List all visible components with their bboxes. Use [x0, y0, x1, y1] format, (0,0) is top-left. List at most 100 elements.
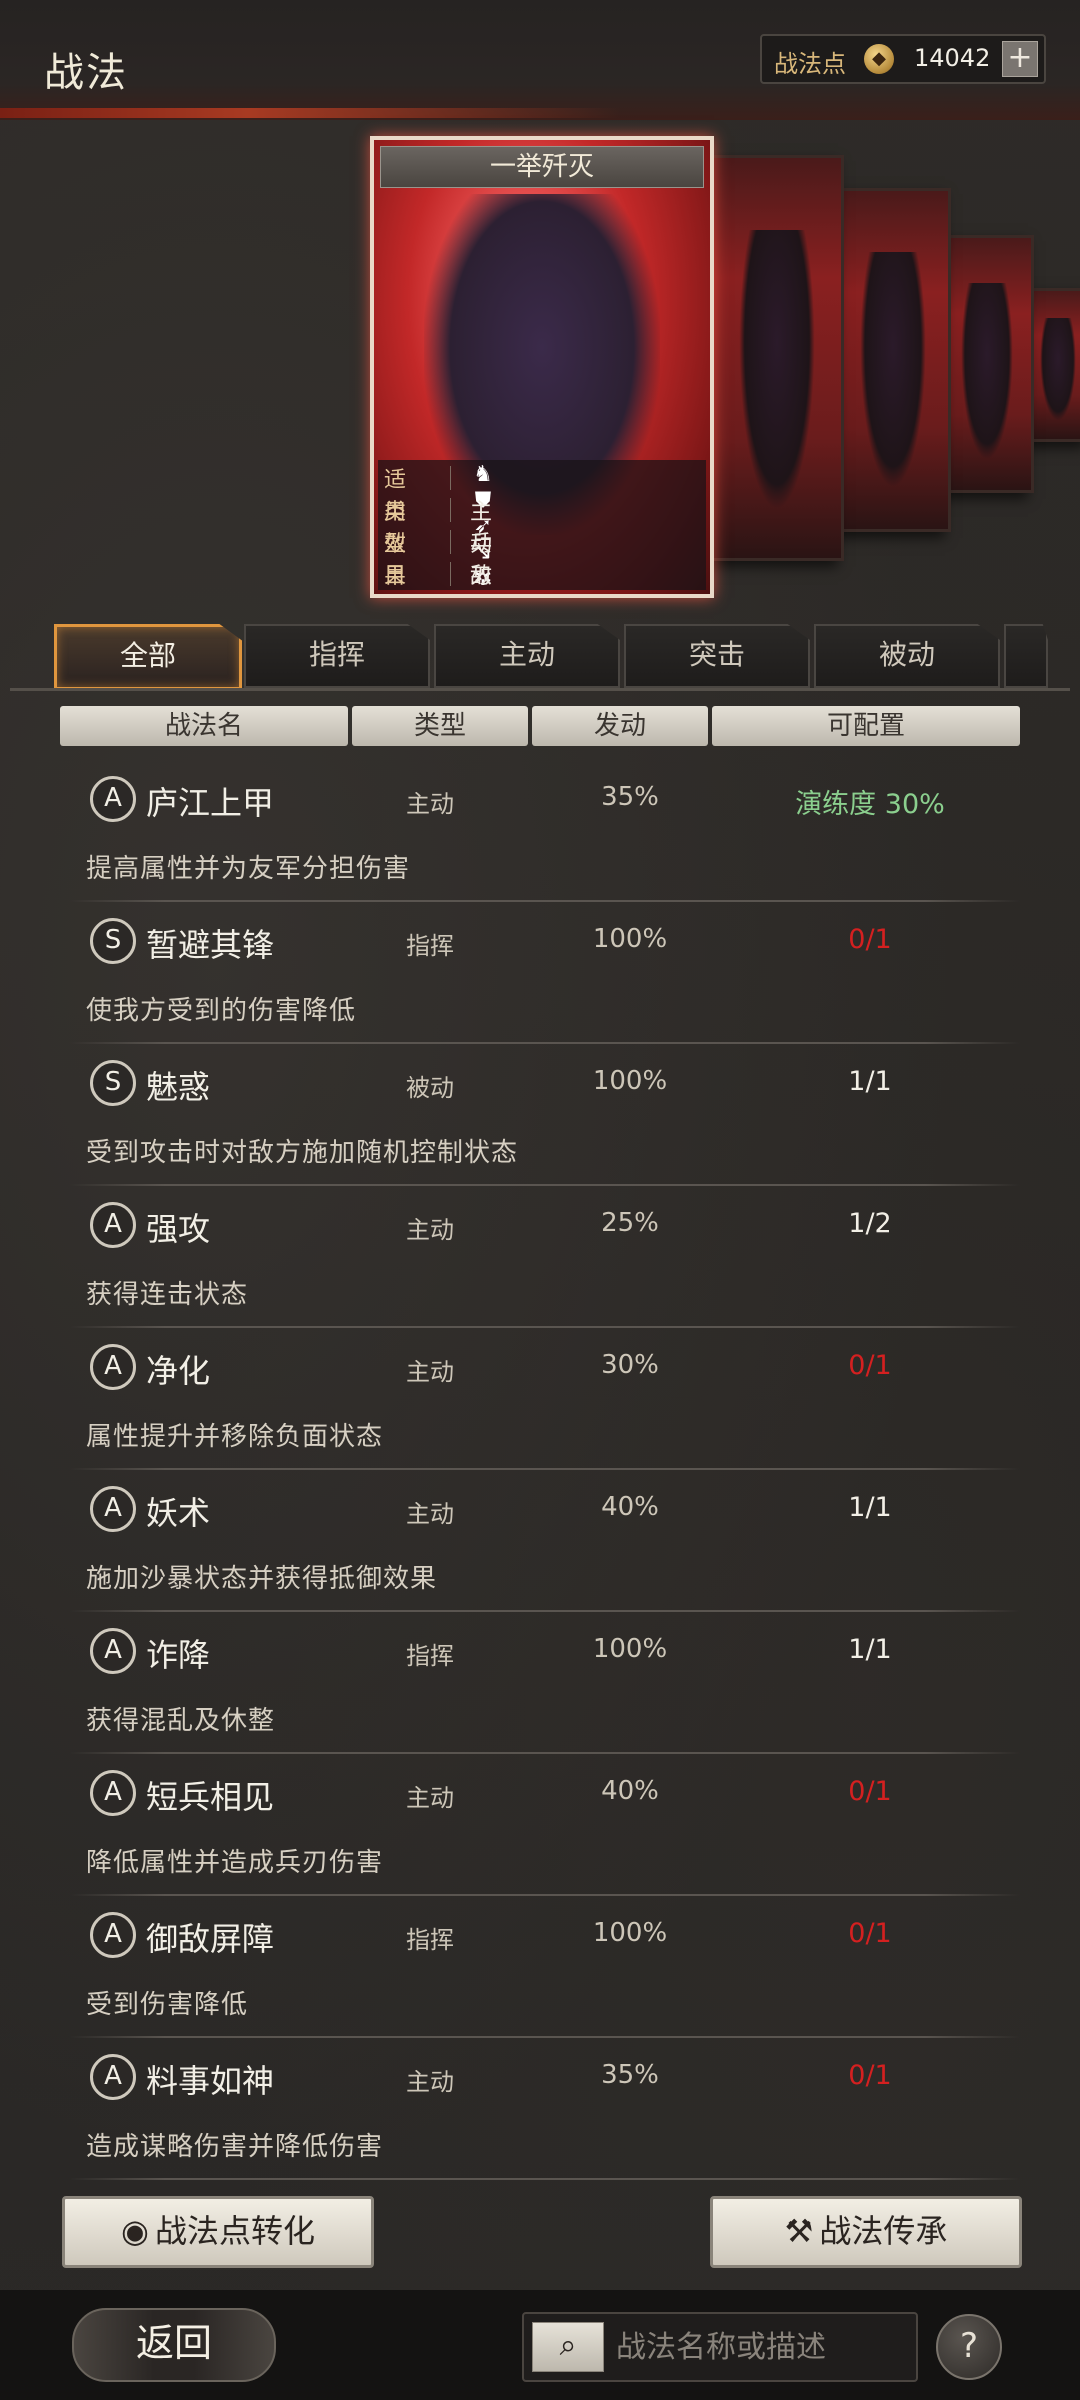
tactic-row[interactable]: S 暂避其锋 指挥 100% 0/1 使我方受到的伤害降低	[70, 902, 1020, 1044]
tactic-rate: 100%	[592, 924, 668, 954]
tactic-rate: 40%	[601, 1492, 659, 1522]
tactic-points-label: 战法点	[774, 50, 846, 78]
tactic-rate: 35%	[601, 782, 659, 812]
tactic-name: 御敌屏障	[146, 1920, 275, 1958]
card-title: 一举歼灭	[380, 146, 704, 188]
column-header-name[interactable]: 战法名	[60, 706, 348, 746]
table-header: 战法名 类型 发动 可配置	[60, 706, 1020, 748]
tab-more[interactable]	[1004, 624, 1048, 688]
tab-passive[interactable]: 被动	[814, 624, 1000, 688]
tactic-row[interactable]: S 魅惑 被动 100% 1/1 受到攻击时对敌方施加随机控制状态	[70, 1044, 1020, 1186]
tactic-row[interactable]: A 诈降 指挥 100% 1/1 获得混乱及休整	[70, 1612, 1020, 1754]
tactic-row[interactable]: A 强攻 主动 25% 1/2 获得连击状态	[70, 1186, 1020, 1328]
grade-badge: A	[90, 1202, 136, 1248]
row-divider	[70, 2178, 1020, 2180]
tactic-row[interactable]: A 短兵相见 主动 40% 0/1 降低属性并造成兵刃伤害	[70, 1754, 1020, 1896]
back-button[interactable]: 返回	[72, 2308, 276, 2382]
tactic-row[interactable]: A 庐江上甲 主动 35% 演练度 30% 提高属性并为友军分担伤害	[70, 760, 1020, 902]
tactic-type: 主动	[406, 790, 454, 818]
grade-badge: A	[90, 1770, 136, 1816]
grade-badge: S	[90, 1060, 136, 1106]
tactic-rate: 25%	[601, 1208, 659, 1238]
tactic-rate: 100%	[592, 1918, 668, 1948]
tactic-rate: 100%	[592, 1066, 668, 1096]
tactic-name: 魅惑	[146, 1068, 211, 1106]
card-info-panel: 适用 ♞⛊➶↘✲ 类型 主动 效果 兵刃单体 目标 敌军单体	[378, 460, 706, 591]
footer: 返回 ⌕ ?	[0, 2290, 1080, 2400]
tactic-description: 受到伤害降低	[86, 1990, 249, 2020]
tactic-row[interactable]: A 御敌屏障 指挥 100% 0/1 受到伤害降低	[70, 1896, 1020, 2038]
featured-tactic-card[interactable]: 一举歼灭 适用 ♞⛊➶↘✲ 类型 主动 效果 兵刃单体 目标	[370, 136, 714, 598]
grade-badge: A	[90, 1486, 136, 1532]
action-bar: ◉ 战法点转化 ⚒ 战法传承	[0, 2186, 1080, 2276]
tabs-divider	[10, 688, 1070, 691]
flame-icon: ◉	[121, 2212, 149, 2250]
tactic-rate: 40%	[601, 1776, 659, 1806]
convert-points-button[interactable]: ◉ 战法点转化	[62, 2196, 374, 2268]
grade-badge: A	[90, 776, 136, 822]
tactic-config: 0/1	[848, 924, 892, 955]
tactic-description: 使我方受到的伤害降低	[86, 996, 357, 1026]
column-header-type[interactable]: 类型	[352, 706, 528, 746]
tactic-description: 降低属性并造成兵刃伤害	[86, 1848, 384, 1878]
inherit-tactic-button[interactable]: ⚒ 战法传承	[710, 2196, 1022, 2268]
tactic-name: 妖术	[146, 1494, 211, 1532]
search-input[interactable]	[614, 2322, 908, 2372]
grade-badge: S	[90, 918, 136, 964]
tactic-name: 料事如神	[146, 2062, 275, 2100]
page-title: 战法	[44, 50, 128, 96]
tactic-row[interactable]: A 妖术 主动 40% 1/1 施加沙暴状态并获得抵御效果	[70, 1470, 1020, 1612]
tactic-rate: 100%	[592, 1634, 668, 1664]
tactic-points-value: 14042	[914, 44, 991, 72]
tactic-name: 诈降	[146, 1636, 211, 1674]
tactic-type: 主动	[406, 1784, 454, 1812]
hammer-icon: ⚒	[784, 2212, 814, 2250]
tactic-config: 1/1	[848, 1634, 892, 1665]
tactic-row[interactable]: A 料事如神 主动 35% 0/1 造成谋略伤害并降低伤害	[70, 2038, 1020, 2180]
tactic-card[interactable]	[835, 188, 951, 532]
help-button[interactable]: ?	[936, 2314, 1002, 2380]
tactic-card[interactable]	[940, 235, 1034, 493]
tactic-config: 演练度 30%	[795, 789, 945, 820]
search-box: ⌕	[522, 2312, 918, 2382]
tactic-description: 获得连击状态	[86, 1280, 249, 1310]
tactic-rate: 35%	[601, 2060, 659, 2090]
header: 战法 战法点 ◆ 14042 +	[0, 0, 1080, 120]
tab-active[interactable]: 主动	[434, 624, 620, 688]
tactic-type: 主动	[406, 1500, 454, 1528]
tactic-name: 短兵相见	[146, 1778, 275, 1816]
tactic-type: 指挥	[406, 932, 454, 960]
tactic-filter-tabs: 全部 指挥 主动 突击 被动	[54, 624, 1054, 690]
tactic-card[interactable]	[710, 155, 844, 561]
tactic-type: 主动	[406, 1358, 454, 1386]
tactic-config: 0/1	[848, 2060, 892, 2091]
tactic-type: 指挥	[406, 1642, 454, 1670]
tactic-type: 主动	[406, 1216, 454, 1244]
tactic-description: 受到攻击时对敌方施加随机控制状态	[86, 1138, 519, 1168]
header-accent-line	[0, 108, 620, 118]
tactic-description: 提高属性并为友军分担伤害	[86, 854, 411, 884]
tab-all[interactable]: 全部	[54, 624, 242, 690]
grade-badge: A	[90, 2054, 136, 2100]
cavalry-icon: ♞	[473, 462, 493, 487]
tactic-row[interactable]: A 净化 主动 30% 0/1 属性提升并移除负面状态	[70, 1328, 1020, 1470]
grade-badge: A	[90, 1912, 136, 1958]
tactic-config: 1/1	[848, 1066, 892, 1097]
tactic-rate: 30%	[601, 1350, 659, 1380]
tactic-description: 获得混乱及休整	[86, 1706, 276, 1736]
tab-command[interactable]: 指挥	[244, 624, 430, 688]
add-points-button[interactable]: +	[1002, 41, 1038, 77]
tactic-name: 暂避其锋	[146, 926, 275, 964]
tactic-description: 施加沙暴状态并获得抵御效果	[86, 1564, 438, 1594]
column-header-config[interactable]: 可配置	[712, 706, 1020, 746]
tactic-name: 净化	[146, 1352, 211, 1390]
column-header-rate[interactable]: 发动	[532, 706, 708, 746]
grade-badge: A	[90, 1628, 136, 1674]
tactic-description: 造成谋略伤害并降低伤害	[86, 2132, 384, 2162]
tactic-card-carousel[interactable]: 一举歼灭 适用 ♞⛊➶↘✲ 类型 主动 效果 兵刃单体 目标	[0, 130, 1080, 600]
tactic-config: 0/1	[848, 1776, 892, 1807]
tactic-description: 属性提升并移除负面状态	[86, 1422, 384, 1452]
search-icon[interactable]: ⌕	[532, 2322, 604, 2372]
tactic-config: 0/1	[848, 1350, 892, 1381]
tab-assault[interactable]: 突击	[624, 624, 810, 688]
